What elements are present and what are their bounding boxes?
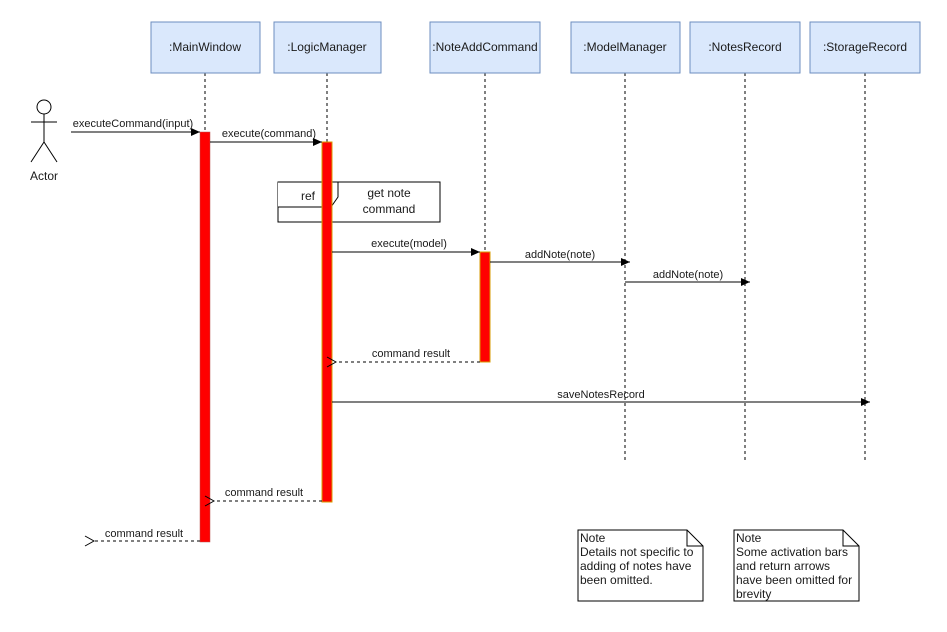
message-label: command result (105, 528, 183, 540)
message-addnote-notesrecord: addNote(note) (625, 269, 750, 286)
ref-fragment[interactable]: ref get note command (277, 181, 441, 223)
lifeline-mainwindow[interactable]: :MainWindow (150, 21, 261, 74)
lifeline-label: :StorageRecord (823, 40, 907, 54)
note-line: adding of notes have (580, 559, 692, 573)
note-title: Note (736, 531, 762, 545)
sequence-diagram: :MainWindow :LogicManager :NoteAddComman… (30, 21, 921, 602)
return-command-result-1: command result (336, 348, 480, 362)
note-line: brevity (736, 587, 771, 601)
note-activation-bars-omitted[interactable]: Note Some activation bars and return arr… (733, 529, 860, 602)
return-command-result-2: command result (214, 487, 322, 501)
lifeline-label: :MainWindow (169, 40, 241, 54)
ref-label-line1: get note (367, 186, 411, 200)
message-execute-command: execute(command) (210, 128, 322, 146)
message-label: execute(model) (371, 238, 447, 250)
message-label: command result (372, 348, 450, 360)
lifeline-label: :NotesRecord (708, 40, 781, 54)
activation-bar-logicmanager (321, 141, 333, 503)
note-line: Some activation bars (736, 545, 848, 559)
ref-tag: ref (301, 189, 316, 203)
actor-label: Actor (30, 169, 58, 183)
note-line: Details not specific to (580, 545, 694, 559)
note-line: been omitted. (580, 573, 653, 587)
activation-bar-mainwindow (199, 131, 211, 543)
note-line: have been omitted for (736, 573, 852, 587)
message-label: addNote(note) (525, 249, 595, 261)
message-addnote-modelmanager: addNote(note) (490, 249, 630, 266)
note-title: Note (580, 531, 606, 545)
lifeline-label: :ModelManager (583, 40, 666, 54)
message-label: executeCommand(input) (73, 118, 193, 130)
lifeline-label: :NoteAddCommand (432, 40, 537, 54)
lifeline-storagerecord[interactable]: :StorageRecord (809, 21, 921, 74)
lifeline-lines (204, 73, 866, 542)
message-savenotesrecord: saveNotesRecord (332, 389, 870, 406)
lifeline-label: :LogicManager (287, 40, 366, 54)
message-label: command result (225, 487, 303, 499)
lifeline-noteaddcommand[interactable]: :NoteAddCommand (429, 21, 541, 74)
message-execute-model: execute(model) (332, 238, 480, 256)
lifeline-logicmanager[interactable]: :LogicManager (273, 21, 382, 74)
return-command-result-3: command result (94, 528, 200, 541)
activation-bar-noteaddcommand (479, 251, 491, 363)
message-label: saveNotesRecord (557, 389, 644, 401)
lifeline-modelmanager[interactable]: :ModelManager (570, 21, 681, 74)
actor[interactable]: Actor (30, 99, 58, 183)
message-label: addNote(note) (653, 269, 723, 281)
message-executecommand: executeCommand(input) (71, 118, 200, 136)
note-details-omitted[interactable]: Note Details not specific to adding of n… (577, 529, 704, 602)
actor-icon (30, 99, 58, 163)
lifeline-notesrecord[interactable]: :NotesRecord (689, 21, 801, 74)
note-line: and return arrows (736, 559, 830, 573)
message-label: execute(command) (222, 128, 316, 140)
ref-label-line2: command (363, 202, 416, 216)
